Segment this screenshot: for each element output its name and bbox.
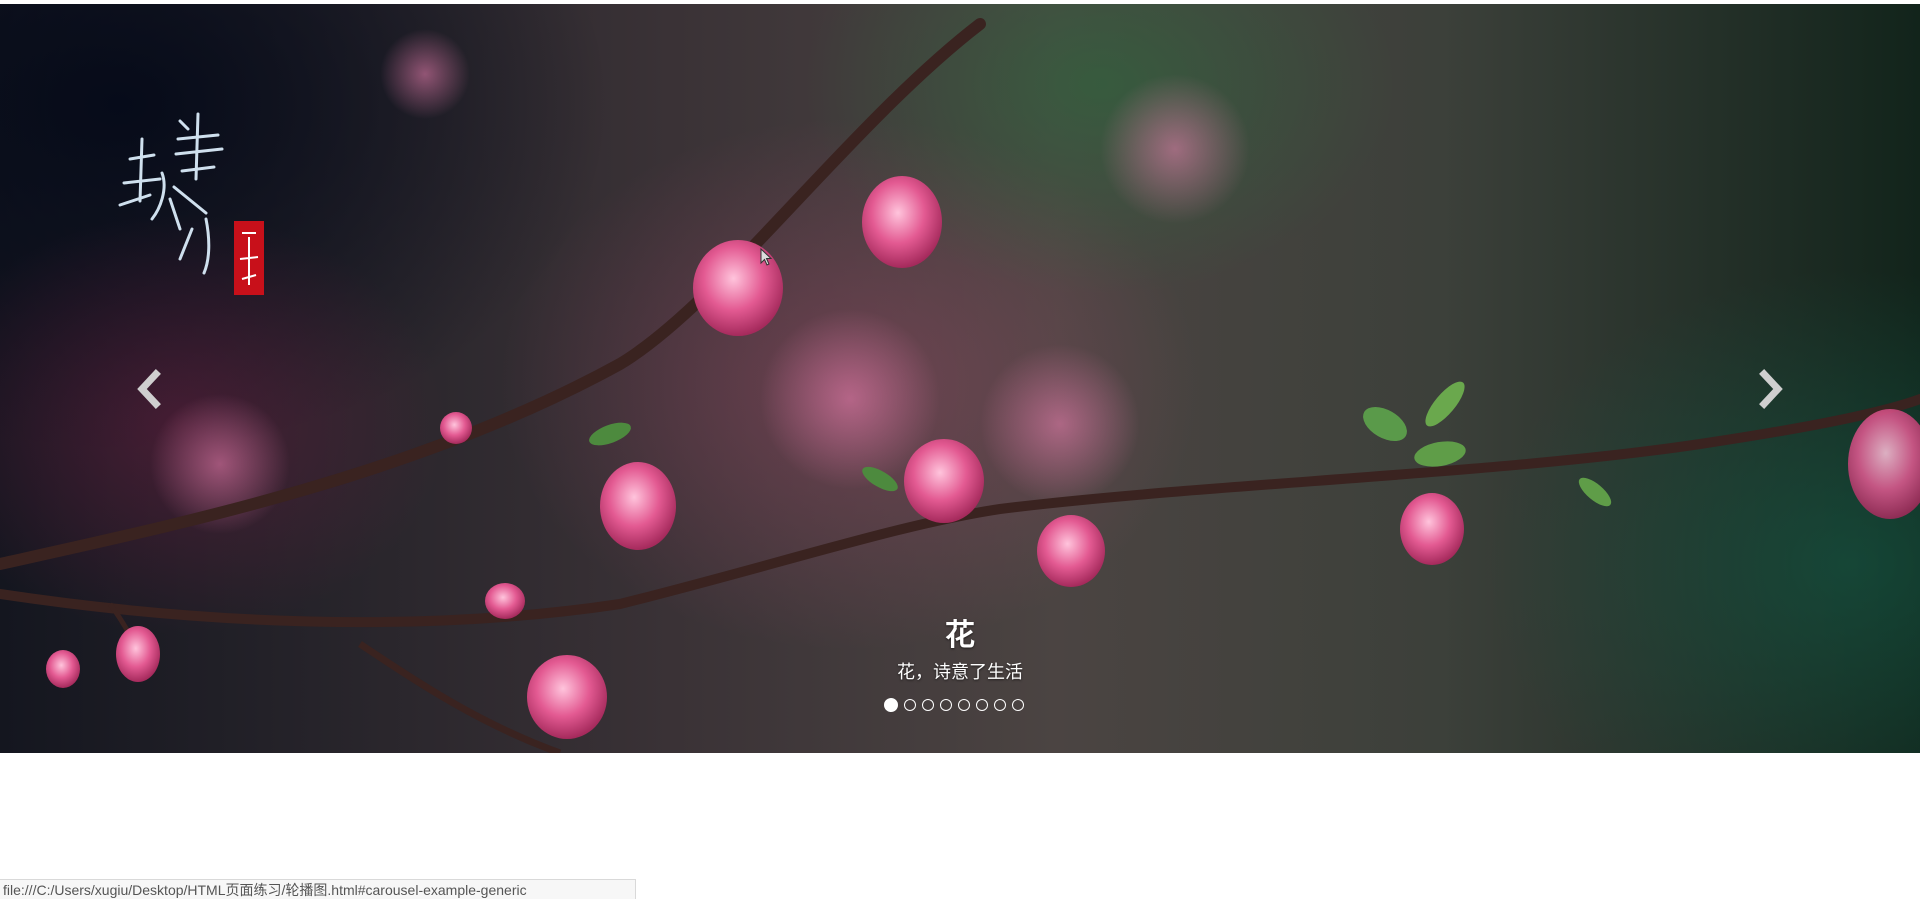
carousel-indicator-dot[interactable] [884, 698, 898, 712]
carousel-indicators [884, 698, 1024, 713]
status-bar-url: file:///C:/Users/xugiu/Desktop/HTML页面练习/… [0, 879, 636, 899]
carousel-indicator-dot[interactable] [904, 699, 916, 711]
carousel-indicator-dot[interactable] [922, 699, 934, 711]
carousel: 花 花，诗意了生活 [0, 4, 1920, 753]
carousel-caption-subtitle: 花，诗意了生活 [897, 662, 1023, 683]
carousel-next-button[interactable] [1752, 364, 1792, 414]
carousel-indicator-dot[interactable] [994, 699, 1006, 711]
chevron-left-icon [137, 369, 161, 409]
carousel-indicator-dot[interactable] [958, 699, 970, 711]
carousel-indicator-dot[interactable] [976, 699, 988, 711]
carousel-prev-button[interactable] [128, 364, 168, 414]
chevron-right-icon [1759, 369, 1783, 409]
mouse-cursor-icon [760, 248, 773, 266]
calligraphy-logo [118, 112, 264, 295]
carousel-caption-title: 花 [945, 618, 975, 653]
carousel-indicator-dot[interactable] [1012, 699, 1024, 711]
carousel-indicator-dot[interactable] [940, 699, 952, 711]
